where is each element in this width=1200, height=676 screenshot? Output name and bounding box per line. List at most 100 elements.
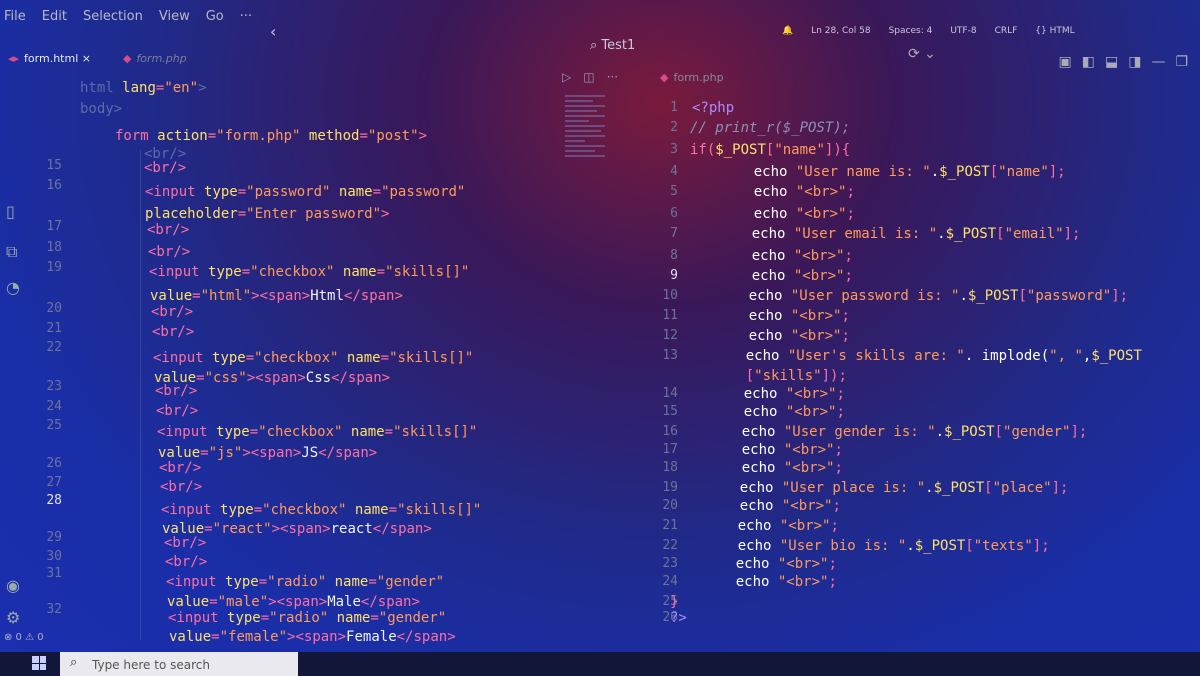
minimize-icon[interactable]: —: [1151, 54, 1165, 70]
code-line[interactable]: ?>: [670, 610, 687, 626]
code-line[interactable]: value="js"><span>JS</span>: [158, 445, 377, 461]
code-line[interactable]: <?php: [692, 100, 734, 116]
php-file-icon: ◆: [122, 52, 132, 65]
line-ending[interactable]: CRLF: [995, 26, 1018, 36]
editor-form-html[interactable]: 15 16 17 18 19 20 21 22 23 24 25 26 27 28 29 30 31 32 html…: [0, 74, 555, 650]
code-line[interactable]: <input type="radio" name="gender": [168, 610, 446, 626]
code-token: ;: [841, 308, 850, 324]
code-token: "radio": [269, 610, 329, 626]
code-line[interactable]: echo "<br>";: [718, 248, 853, 264]
code-line[interactable]: echo "<br>";: [708, 460, 843, 476]
tab-form-php[interactable]: ◆ form.php: [123, 52, 187, 65]
code-line[interactable]: <br/>: [155, 383, 197, 399]
toggle-secondary-sidebar-icon[interactable]: ◨: [1128, 54, 1141, 70]
code-line[interactable]: echo "User place is: ".$_POST["place"];: [706, 480, 1069, 496]
back-arrow-icon[interactable]: ‹: [270, 22, 276, 41]
code-line[interactable]: echo "<br>";: [715, 328, 850, 344]
code-line[interactable]: ["skills"]);: [712, 368, 847, 384]
line-number: 9: [670, 268, 678, 283]
code-line[interactable]: <br/>: [159, 460, 201, 476]
split-editor-icon[interactable]: ◫: [583, 70, 594, 84]
code-line[interactable]: form action="form.php" method="post">: [115, 128, 427, 144]
menu-file[interactable]: File: [4, 9, 26, 24]
code-line[interactable]: echo "User name is: ".$_POST["name"];: [720, 164, 1066, 180]
windows-start-icon[interactable]: [32, 656, 46, 670]
code-token: echo: [704, 518, 780, 534]
code-line[interactable]: echo "<br>";: [708, 442, 843, 458]
code-line[interactable]: <input type="checkbox" name="skills[]": [149, 264, 469, 280]
copilot-icon[interactable]: ⟳ ⌄: [908, 46, 936, 62]
code-line[interactable]: echo "<br>";: [715, 308, 850, 324]
code-line[interactable]: echo "<br>";: [706, 498, 841, 514]
run-icon[interactable]: ▷: [562, 70, 571, 84]
code-line[interactable]: echo "<br>";: [704, 518, 839, 534]
code-token: echo: [702, 574, 778, 590]
line-number: 21: [662, 518, 678, 533]
code-token: =: [200, 445, 209, 461]
code-line[interactable]: echo "<br>";: [710, 386, 845, 402]
code-line[interactable]: <br/>: [144, 160, 186, 176]
menu-view[interactable]: View: [159, 9, 190, 24]
menu-edit[interactable]: Edit: [42, 9, 67, 24]
code-line[interactable]: echo "<br>";: [720, 184, 855, 200]
maximize-icon[interactable]: ❐: [1175, 54, 1188, 70]
code-line[interactable]: <br/>: [152, 324, 194, 340]
tab-form-php-right[interactable]: ◆ form.php: [660, 71, 724, 84]
code-line[interactable]: <input type="checkbox" name="skills[]": [157, 424, 477, 440]
code-token: ;: [828, 556, 837, 572]
code-line[interactable]: body>: [80, 101, 122, 117]
code-line[interactable]: }: [670, 594, 678, 610]
encoding[interactable]: UTF-8: [950, 26, 976, 36]
close-icon[interactable]: ×: [82, 52, 91, 65]
code-line[interactable]: value="html"><span>Html</span>: [150, 288, 403, 304]
code-token: "<br>": [785, 404, 837, 420]
code-line[interactable]: echo "<br>";: [710, 404, 845, 420]
code-token: method: [300, 128, 360, 144]
code-line[interactable]: echo "User's skills are: ". implode(", "…: [712, 348, 1142, 364]
code-line[interactable]: placeholder="Enter password">: [145, 206, 389, 222]
taskbar-search-input[interactable]: ⌕ Type here to search: [60, 652, 298, 676]
cursor-position[interactable]: Ln 28, Col 58: [811, 26, 870, 36]
code-token: <br/>: [165, 554, 208, 570]
code-token: "Enter password": [246, 206, 382, 222]
code-line[interactable]: <input type="password" name="password": [145, 184, 465, 200]
code-line[interactable]: <br/>: [148, 244, 190, 260]
toggle-sidebar-icon[interactable]: ◧: [1082, 54, 1095, 70]
problems-indicator[interactable]: ⊗ 0 ⚠ 0: [4, 632, 44, 643]
customize-layout-icon[interactable]: ▣: [1059, 54, 1072, 70]
code-line[interactable]: echo "User password is: ".$_POST["passwo…: [715, 288, 1128, 304]
code-line[interactable]: <input type="checkbox" name="skills[]": [153, 350, 473, 366]
code-line[interactable]: echo "<br>";: [702, 574, 837, 590]
code-line[interactable]: echo "User bio is: ".$_POST["texts"];: [704, 538, 1050, 554]
code-line[interactable]: <br/>: [151, 304, 193, 320]
code-line[interactable]: if($_POST["name"]){: [690, 142, 850, 158]
code-line[interactable]: echo "User gender is: ".$_POST["gender"]…: [708, 424, 1088, 440]
code-line[interactable]: <br/>: [156, 403, 198, 419]
code-line[interactable]: <input type="radio" name="gender": [166, 574, 444, 590]
notifications-icon[interactable]: 🔔: [782, 26, 793, 36]
indentation[interactable]: Spaces: 4: [889, 26, 933, 36]
language-mode[interactable]: {} HTML: [1035, 26, 1074, 36]
code-line[interactable]: html lang="en">: [80, 80, 206, 96]
minimap[interactable]: [565, 92, 605, 212]
code-line[interactable]: echo "<br>";: [718, 268, 853, 284]
code-line[interactable]: echo "<br>";: [702, 556, 837, 572]
code-line[interactable]: <input type="checkbox" name="skills[]": [161, 502, 481, 518]
code-line[interactable]: <br/>: [164, 535, 206, 551]
code-line[interactable]: echo "<br>";: [720, 206, 855, 222]
menu-selection[interactable]: Selection: [83, 9, 143, 24]
tab-form-html[interactable]: ◂▸ form.html ×: [8, 52, 91, 65]
code-line[interactable]: echo "User email is: ".$_POST["email"];: [718, 226, 1081, 242]
menu-go[interactable]: Go: [206, 9, 224, 24]
code-line[interactable]: <br/>: [160, 479, 202, 495]
status-bar: ⊗ 0 ⚠ 0: [0, 632, 1200, 652]
toggle-panel-icon[interactable]: ⬓: [1105, 54, 1118, 70]
code-line[interactable]: <br/>: [147, 222, 189, 238]
code-token: =: [237, 206, 247, 222]
menu-more[interactable]: ···: [240, 9, 252, 24]
code-line[interactable]: <br/>: [165, 554, 207, 570]
code-line[interactable]: value="male"><span>Male</span>: [167, 594, 420, 610]
code-line[interactable]: // print_r($_POST);: [690, 120, 850, 136]
more-actions-icon[interactable]: ···: [607, 70, 618, 84]
editor-form-php[interactable]: 1 <?php 2// print_r($_POST); 3 if($_POST["na…: [620, 96, 1200, 636]
